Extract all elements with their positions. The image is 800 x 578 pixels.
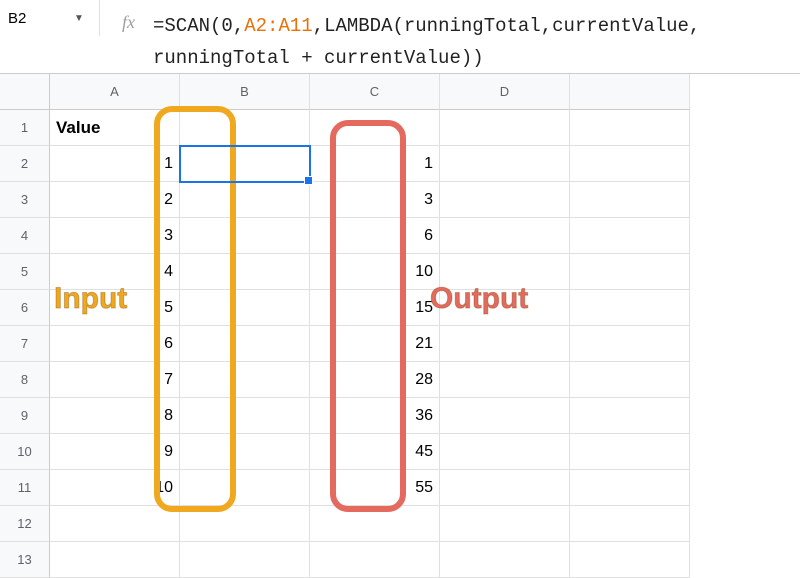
cell[interactable] — [440, 254, 570, 290]
row-header[interactable]: 2 — [0, 146, 50, 182]
cell[interactable] — [50, 506, 180, 542]
cell[interactable] — [180, 182, 310, 218]
cell[interactable] — [570, 182, 690, 218]
cell[interactable] — [440, 146, 570, 182]
cell[interactable] — [180, 110, 310, 146]
cell[interactable] — [440, 110, 570, 146]
cell[interactable] — [570, 110, 690, 146]
cell[interactable] — [570, 290, 690, 326]
column-header[interactable]: B — [180, 74, 310, 110]
cell[interactable] — [440, 218, 570, 254]
cell[interactable]: 45 — [310, 434, 440, 470]
cell[interactable]: 10 — [50, 470, 180, 506]
row-header[interactable]: 5 — [0, 254, 50, 290]
cell[interactable] — [440, 182, 570, 218]
formula-bar-row: ▼ fx =SCAN(0,A2:A11,LAMBDA(runningTotal,… — [0, 0, 800, 74]
cell[interactable] — [180, 506, 310, 542]
cell[interactable]: 7 — [50, 362, 180, 398]
fx-icon: fx — [108, 4, 153, 33]
cell[interactable] — [570, 506, 690, 542]
cell[interactable] — [440, 506, 570, 542]
cell[interactable] — [50, 542, 180, 578]
row-header[interactable]: 1 — [0, 110, 50, 146]
cell[interactable] — [180, 254, 310, 290]
cell[interactable] — [180, 326, 310, 362]
name-box-input[interactable] — [8, 10, 68, 27]
cell[interactable] — [310, 110, 440, 146]
column-header[interactable]: C — [310, 74, 440, 110]
cell[interactable]: 55 — [310, 470, 440, 506]
row-header[interactable]: 11 — [0, 470, 50, 506]
cell[interactable] — [570, 398, 690, 434]
cell[interactable] — [180, 470, 310, 506]
cell[interactable] — [180, 218, 310, 254]
cell[interactable]: 21 — [310, 326, 440, 362]
cell[interactable]: 15 — [310, 290, 440, 326]
corner-cell — [0, 74, 50, 110]
cell[interactable] — [180, 398, 310, 434]
cell[interactable]: 1 — [50, 146, 180, 182]
column-header[interactable]: D — [440, 74, 570, 110]
cell[interactable] — [570, 470, 690, 506]
cell[interactable]: 3 — [50, 218, 180, 254]
cell[interactable]: 6 — [50, 326, 180, 362]
name-box[interactable]: ▼ — [0, 0, 100, 36]
cell[interactable]: 10 — [310, 254, 440, 290]
cell[interactable] — [310, 542, 440, 578]
formula-bar[interactable]: fx =SCAN(0,A2:A11,LAMBDA(runningTotal,cu… — [100, 0, 800, 73]
cell[interactable]: 3 — [310, 182, 440, 218]
cell[interactable] — [570, 326, 690, 362]
cell[interactable] — [180, 362, 310, 398]
cell[interactable]: 28 — [310, 362, 440, 398]
cell[interactable]: 5 — [50, 290, 180, 326]
row-header[interactable]: 3 — [0, 182, 50, 218]
chevron-down-icon[interactable]: ▼ — [74, 13, 84, 24]
cell[interactable]: 2 — [50, 182, 180, 218]
column-header[interactable] — [570, 74, 690, 110]
cell[interactable]: 36 — [310, 398, 440, 434]
cell[interactable] — [440, 398, 570, 434]
row-header[interactable]: 4 — [0, 218, 50, 254]
cell[interactable] — [180, 542, 310, 578]
cell[interactable] — [310, 506, 440, 542]
cell[interactable] — [180, 434, 310, 470]
cell[interactable] — [180, 290, 310, 326]
cell[interactable] — [440, 434, 570, 470]
cell[interactable]: 8 — [50, 398, 180, 434]
formula-text[interactable]: =SCAN(0,A2:A11,LAMBDA(runningTotal,curre… — [153, 4, 700, 75]
cell[interactable] — [440, 326, 570, 362]
cell[interactable] — [570, 218, 690, 254]
cell[interactable] — [440, 470, 570, 506]
row-header[interactable]: 7 — [0, 326, 50, 362]
cell[interactable] — [570, 362, 690, 398]
cell[interactable] — [440, 362, 570, 398]
active-cell[interactable] — [180, 146, 310, 182]
cell[interactable]: 6 — [310, 218, 440, 254]
cell[interactable] — [570, 146, 690, 182]
cell[interactable] — [570, 434, 690, 470]
cell[interactable] — [440, 542, 570, 578]
spreadsheet-area: ABCD1Value211323436541065157621872898361… — [0, 74, 800, 578]
column-header[interactable]: A — [50, 74, 180, 110]
row-header[interactable]: 6 — [0, 290, 50, 326]
cell[interactable]: 9 — [50, 434, 180, 470]
cell[interactable] — [440, 290, 570, 326]
cell[interactable]: 1 — [310, 146, 440, 182]
grid[interactable]: ABCD1Value211323436541065157621872898361… — [0, 74, 800, 578]
cell[interactable] — [570, 542, 690, 578]
cell[interactable]: 4 — [50, 254, 180, 290]
cell[interactable]: Value — [50, 110, 180, 146]
row-header[interactable]: 12 — [0, 506, 50, 542]
cell[interactable] — [570, 254, 690, 290]
row-header[interactable]: 10 — [0, 434, 50, 470]
row-header[interactable]: 9 — [0, 398, 50, 434]
row-header[interactable]: 13 — [0, 542, 50, 578]
row-header[interactable]: 8 — [0, 362, 50, 398]
